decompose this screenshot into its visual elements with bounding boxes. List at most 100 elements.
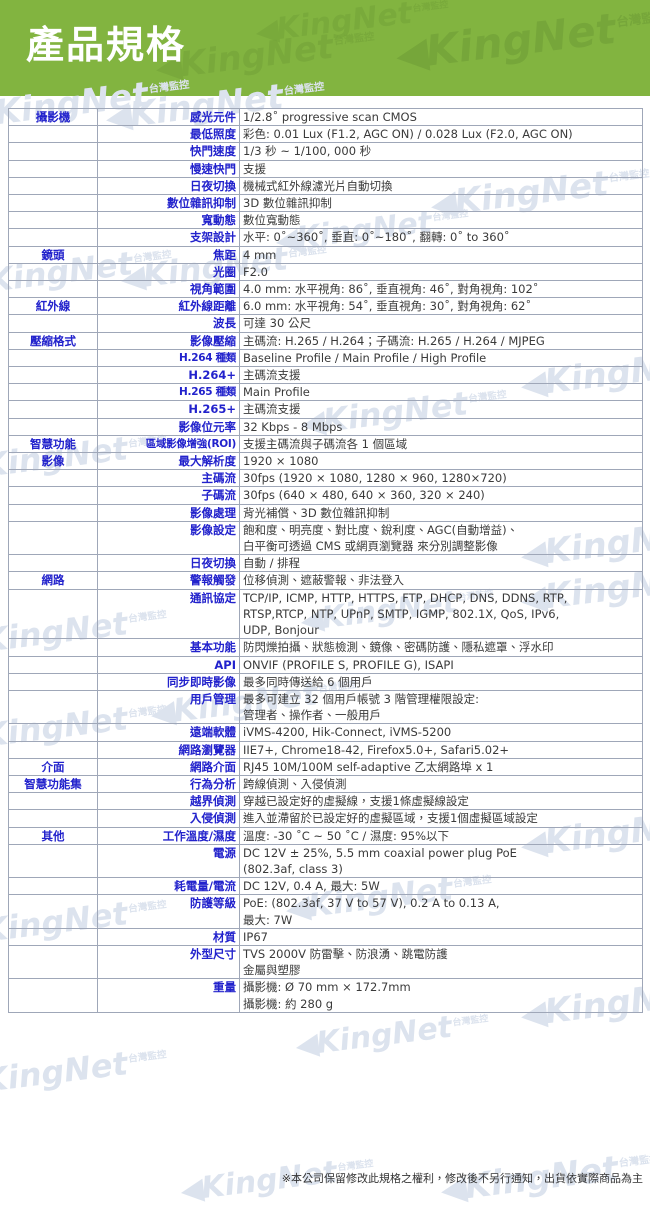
spec-value-cell: iVMS-4200, Hik-Connect, iVMS-5200 [239,723,643,742]
spec-label-cell: 警報觸發 [97,571,240,590]
watermark-logo: ◀KingNet台灣監控 [153,26,376,89]
spec-group-cell [8,280,98,299]
watermark-sub: 台灣監控 [412,0,449,15]
spec-value-cell: 跨線偵測、入侵偵測 [239,774,643,794]
spec-group-cell [8,366,98,385]
spec-group-cell [8,944,98,980]
spec-value-cell: 30fps (1920 × 1080, 1280 × 960, 1280×720… [239,469,643,488]
spec-row: 子碼流 30fps (640 × 480, 640 × 360, 320 × 24… [8,486,643,505]
spec-value-cell: Baseline Profile / Main Profile / High P… [239,348,643,368]
spec-group-cell [8,314,98,333]
spec-value-cell: 自動 / 排程 [239,554,643,573]
spec-label-cell: 慢速快門 [97,159,240,178]
spec-row: 通訊協定 TCP/IP, ICMP, HTTP, HTTPS, FTP, DHCP… [8,588,643,640]
spec-group-cell: 網路 [8,571,98,590]
spec-row: 最低照度 彩色: 0.01 Lux (F1.2, AGC ON) / 0.028 … [8,125,643,144]
spec-label-cell: 波長 [97,314,240,333]
spec-label-cell: H.265 種類 [97,383,240,402]
spec-label-cell: 外型尺寸 [97,944,240,980]
spec-value-cell: 數位寬動態 [239,211,643,230]
spec-row: 波長 可達 30 公尺 [8,314,643,333]
spec-label-cell: 網路介面 [97,757,240,776]
spec-row: 寬動態 數位寬動態 [8,211,643,230]
spec-row: 網路瀏覽器 IIE7+, Chrome18-42, Firefox5.0+, Sa… [8,740,643,759]
spec-value-cell: IP67 [239,927,643,946]
spec-row: 影像處理 背光補償、3D 數位雜訊抑制 [8,503,643,522]
spec-value-cell: 穿越已設定好的虛擬線，支援1條虛擬線設定 [239,792,643,811]
spec-label-cell: 影像設定 [97,520,240,556]
spec-row: 主碼流 30fps (1920 × 1080, 1280 × 960, 1280×… [8,469,643,488]
spec-value-cell: 1920 × 1080 [239,452,643,471]
spec-label-cell: 焦距 [97,245,240,264]
spec-group-cell: 壓縮格式 [8,331,98,350]
spec-label-cell: 最低照度 [97,125,240,144]
spec-group-cell: 介面 [8,757,98,776]
spec-value-cell: 32 Kbps - 8 Mbps [239,417,643,436]
spec-label-cell: 工作溫度/濕度 [97,826,240,845]
spec-label-cell: H.264 種類 [97,348,240,368]
spec-value-cell: 飽和度、明亮度、對比度、銳利度、AGC(自動增益)、 白平衡可透過 CMS 或網… [239,520,643,556]
spec-value-cell: 1/2.8˚ progressive scan CMOS [239,107,643,127]
spec-row: 遠端軟體 iVMS-4200, Hik-Connect, iVMS-5200 [8,723,643,742]
spec-value-cell: 可達 30 公尺 [239,314,643,333]
spec-row: 慢速快門 支援 [8,159,643,178]
spec-value-cell: TVS 2000V 防雷擊、防浪湧、跳電防護 金屬與塑膠 [239,944,643,980]
spec-row: 防護等級 PoE: (802.3af, 37 V to 57 V), 0.2 A … [8,894,643,929]
spec-label-cell: 通訊協定 [97,588,240,640]
watermark-brand: KingNet [0,1044,130,1100]
spec-value-cell: 最多同時傳送給 6 個用戶 [239,672,643,691]
spec-value-cell: 支援主碼流與子碼流各 1 個區域 [239,434,643,454]
watermark-brand: KingNet [274,0,414,48]
spec-group-cell [8,723,98,742]
spec-row: 網路 警報觸發 位移偵測、遮蔽警報、非法登入 [8,571,643,590]
spec-label-cell: 影像位元率 [97,417,240,436]
watermark-logo: ◀KingNet台灣監控 [254,0,449,50]
spec-label-cell: 紅外線距離 [97,297,240,316]
spec-group-cell: 其他 [8,826,98,845]
spec-value-cell: 水平: 0˚~360˚, 垂直: 0˚~180˚, 翻轉: 0˚ to 360˚ [239,228,643,247]
spec-value-cell: F2.0 [239,262,643,282]
spec-group-cell [8,125,98,144]
spec-table-body: 攝影機 感光元件 1/2.8˚ progressive scan CMOS 最低照度彩… [8,107,643,1013]
spec-group-cell: 攝影機 [8,107,98,127]
spec-group-cell [8,159,98,178]
spec-label-cell: 快門速度 [97,142,240,161]
spec-row: 日夜切換 機械式紅外線濾光片自動切換 [8,176,643,196]
spec-label-cell: 材質 [97,927,240,946]
spec-group-cell [8,638,98,657]
spec-label-cell: 主碼流 [97,469,240,488]
spec-label-cell: 支架設計 [97,228,240,247]
spec-group-cell [8,194,98,213]
spec-value-cell: 4.0 mm: 水平視角: 86˚, 垂直視角: 46˚, 對角視角: 102˚ [239,280,643,299]
spec-value-cell: 攝影機: Ø 70 mm × 172.7mm 攝影機: 約 280 g [239,978,643,1013]
spec-row: 入侵偵測 進入並滯留於已設定好的虛擬區域，支援1個虛擬區域設定 [8,809,643,828]
spec-label-cell: 網路瀏覽器 [97,740,240,759]
spec-group-cell [8,176,98,196]
watermark-sub: 台灣監控 [127,1049,168,1065]
spec-group-cell [8,689,98,725]
spec-value-cell: 位移偵測、遮蔽警報、非法登入 [239,571,643,590]
spec-row: 影像位元率 32 Kbps - 8 Mbps [8,417,643,436]
page-header-banner: ◀KingNet台灣監控 ◀KingNet台灣監控 ◀KingNet台灣監控 產… [0,0,650,96]
spec-value-cell: 進入並滯留於已設定好的虛擬區域，支援1個虛擬區域設定 [239,809,643,828]
spec-value-cell: DC 12V, 0.4 A, 最大: 5W [239,877,643,896]
spec-value-cell: 最多可建立 32 個用戶帳號 3 階管理權限設定: 管理者、操作者、一般用戶 [239,689,643,725]
watermark-sub: 台灣監控 [452,1013,489,1029]
spec-label-cell: 重量 [97,978,240,1013]
spec-row: 其他 工作溫度/濕度 溫度: -30 ˚C ~ 50 ˚C / 濕度: 95%以下 [8,826,643,845]
spec-row: 視角範圍 4.0 mm: 水平視角: 86˚, 垂直視角: 46˚, 對角視角: … [8,280,643,299]
spec-row: 支架設計 水平: 0˚~360˚, 垂直: 0˚~180˚, 翻轉: 0˚ to … [8,228,643,247]
spec-row: 同步即時影像 最多同時傳送給 6 個用戶 [8,672,643,691]
watermark-brand: KingNet [177,26,336,86]
spec-row: 攝影機 感光元件 1/2.8˚ progressive scan CMOS [8,107,643,127]
spec-group-cell [8,927,98,946]
spec-value-cell: 主碼流支援 [239,400,643,419]
spec-footnote: ※本公司保留修改此規格之權利，修改後不另行通知，出貨依實際商品為主 [281,1172,643,1185]
spec-row: 材質 IP67 [8,927,643,946]
spec-row: H.264 種類 Baseline Profile / Main Profile … [8,348,643,368]
spec-value-cell: Main Profile [239,383,643,402]
spec-value-cell: RJ45 10M/100M self-adaptive 乙太網路埠 x 1 [239,757,643,776]
spec-group-cell [8,978,98,1013]
spec-group-cell [8,469,98,488]
spec-row: API ONVIF (PROFILE S, PROFILE G), ISAPI [8,655,643,674]
